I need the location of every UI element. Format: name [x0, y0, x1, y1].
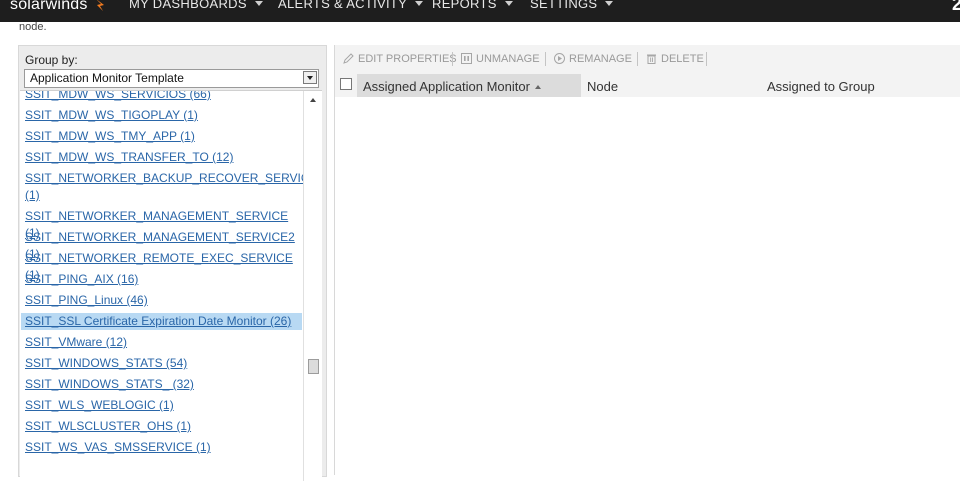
list-item-selected[interactable]: SSIT_SSL Certificate Expiration Date Mon… — [21, 313, 302, 330]
solarwinds-logo[interactable]: solarwinds — [10, 0, 88, 14]
user-menu-button[interactable]: 2 — [952, 0, 960, 15]
chevron-down-icon — [504, 1, 513, 6]
chevron-down-icon — [254, 1, 263, 6]
toolbar-divider — [637, 52, 638, 66]
list-item[interactable]: SSIT_WLS_WEBLOGIC (1) — [25, 397, 303, 414]
unmanage-button[interactable]: UNMANAGE — [461, 53, 540, 65]
monitor-grid-panel: EDIT PROPERTIES UNMANAGE REMANAGE DELETE… — [334, 45, 960, 477]
list-item[interactable]: SSIT_WLSCLUSTER_OHS (1) — [25, 418, 303, 435]
nav-alerts-activity[interactable]: ALERTS & ACTIVITY — [278, 0, 424, 11]
list-item[interactable]: SSIT_PING_Linux (46) — [25, 292, 303, 309]
grid-toolbar: EDIT PROPERTIES UNMANAGE REMANAGE DELETE — [335, 45, 960, 73]
chevron-down-icon — [605, 1, 614, 6]
list-item[interactable]: SSIT_WINDOWS_STATS (54) — [25, 355, 303, 372]
group-by-select[interactable]: Application Monitor Template — [24, 69, 319, 88]
group-list: SSIT_MDW_WS_SERVICIOS (66) SSIT_MDW_WS_T… — [20, 90, 322, 481]
delete-label: DELETE — [661, 53, 704, 65]
nav-reports-label: REPORTS — [432, 0, 497, 11]
list-item[interactable]: SSIT_WINDOWS_STATS_ (32) — [25, 376, 303, 393]
column-assigned-application-monitor[interactable]: Assigned Application Monitor — [357, 74, 581, 97]
chevron-down-icon — [307, 76, 313, 80]
scrollbar-thumb[interactable] — [308, 359, 319, 374]
dropdown-button[interactable] — [303, 71, 317, 84]
column-header-label: Assigned Application Monitor — [363, 79, 541, 94]
remanage-label: REMANAGE — [569, 53, 632, 65]
nav-settings-label: SETTINGS — [530, 0, 598, 11]
list-item[interactable]: SSIT_NETWORKER_BACKUP_RECOVER_SERVICE (1… — [25, 170, 318, 204]
toolbar-divider — [452, 52, 453, 66]
unmanage-label: UNMANAGE — [476, 53, 540, 65]
nav-my-dashboards-label: MY DASHBOARDS — [129, 0, 247, 11]
edit-properties-button[interactable]: EDIT PROPERTIES — [343, 53, 457, 65]
group-by-select-value: Application Monitor Template — [30, 71, 184, 85]
edit-properties-label: EDIT PROPERTIES — [358, 53, 457, 65]
list-item[interactable]: SSIT_WS_VAS_SMSSERVICE (1) — [25, 439, 303, 456]
nav-my-dashboards[interactable]: MY DASHBOARDS — [129, 0, 263, 11]
nav-reports[interactable]: REPORTS — [432, 0, 513, 11]
list-item[interactable]: SSIT_VMware (12) — [25, 334, 303, 351]
grid-body — [335, 97, 960, 477]
column-assigned-to-group[interactable]: Assigned to Group — [767, 79, 875, 94]
flame-logo-icon — [97, 0, 104, 11]
scroll-up-arrow-icon[interactable] — [310, 98, 316, 102]
top-nav-bar: solarwinds MY DASHBOARDS ALERTS & ACTIVI… — [0, 0, 960, 22]
help-note-text: node. — [19, 21, 47, 33]
grid-header: Assigned Application Monitor Node Assign… — [335, 74, 960, 97]
group-by-panel: Group by: Application Monitor Template S… — [18, 45, 327, 481]
pencil-icon — [343, 53, 354, 64]
select-all-checkbox[interactable] — [340, 78, 352, 90]
group-by-label: Group by: — [25, 53, 78, 67]
play-icon — [554, 53, 565, 64]
list-item[interactable]: SSIT_MDW_WS_SERVICIOS (66) — [25, 91, 303, 103]
list-item[interactable]: SSIT_MDW_WS_TRANSFER_TO (12) — [25, 149, 303, 166]
column-label-text: Assigned Application Monitor — [363, 79, 530, 94]
toolbar-divider — [706, 52, 707, 66]
trash-icon — [647, 54, 656, 64]
delete-button[interactable]: DELETE — [646, 53, 704, 65]
list-item[interactable]: SSIT_MDW_WS_TMY_APP (1) — [25, 128, 303, 145]
nav-settings[interactable]: SETTINGS — [530, 0, 614, 11]
sort-ascending-icon — [534, 85, 541, 89]
list-item[interactable]: SSIT_PING_AIX (16) — [25, 271, 303, 288]
list-scrollbar[interactable] — [303, 91, 322, 481]
nav-alerts-activity-label: ALERTS & ACTIVITY — [278, 0, 408, 11]
chevron-down-icon — [415, 1, 424, 6]
column-node[interactable]: Node — [587, 79, 618, 94]
toolbar-divider — [545, 52, 546, 66]
pause-icon — [461, 53, 472, 64]
remanage-button[interactable]: REMANAGE — [554, 53, 632, 65]
list-item[interactable]: SSIT_MDW_WS_TIGOPLAY (1) — [25, 107, 303, 124]
